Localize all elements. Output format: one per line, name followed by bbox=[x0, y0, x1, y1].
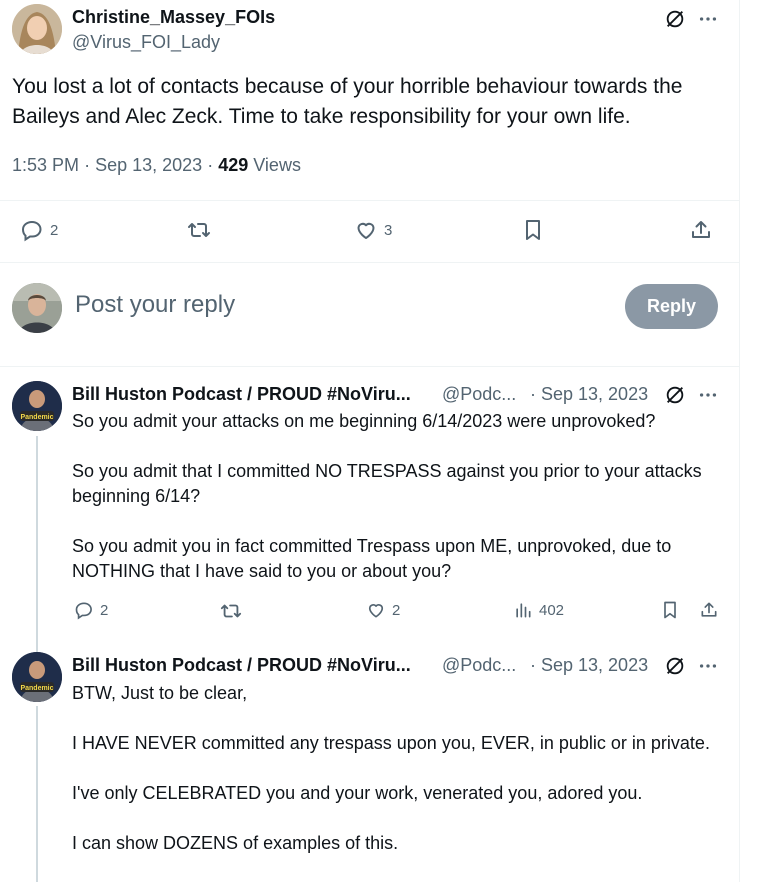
reply-count: 2 bbox=[50, 221, 59, 239]
author-name[interactable]: Bill Huston Podcast / PROUD #NoViru... bbox=[72, 655, 411, 676]
avatar[interactable] bbox=[12, 4, 62, 54]
tweet-paragraph: BTW, Just to be clear, bbox=[72, 683, 248, 703]
like-button[interactable]: 2 bbox=[366, 600, 400, 620]
reply-tweet: Pandemic Bill Huston Podcast / PROUD #No… bbox=[0, 636, 739, 882]
like-count: 3 bbox=[384, 221, 393, 239]
author-name[interactable]: Christine_Massey_FOIs bbox=[72, 7, 275, 28]
grok-icon[interactable] bbox=[664, 655, 686, 677]
tweet-text: So you admit your attacks on me beginnin… bbox=[72, 409, 727, 609]
like-button[interactable]: 3 bbox=[354, 218, 392, 242]
bookmark-button[interactable] bbox=[521, 218, 545, 242]
more-options-icon[interactable] bbox=[697, 8, 719, 30]
tweet-paragraph: I HAVE NEVER committed any trespass upon… bbox=[72, 733, 710, 753]
thread-connector bbox=[36, 636, 38, 652]
reply-input[interactable]: Post your reply bbox=[75, 291, 235, 319]
tweet-actions: 2 3 bbox=[0, 200, 739, 261]
tweet-date[interactable]: · Sep 13, 2023 bbox=[530, 384, 648, 405]
author-handle[interactable]: @Podc... bbox=[442, 655, 516, 676]
reply-button[interactable]: 2 bbox=[20, 218, 58, 242]
avatar-badge-text: Pandemic bbox=[20, 685, 53, 692]
timeline-right-border bbox=[739, 0, 740, 882]
heart-icon bbox=[354, 218, 378, 242]
tweet-paragraph: So you admit that I committed NO TRESPAS… bbox=[72, 461, 702, 506]
reply-submit-button[interactable]: Reply bbox=[625, 284, 718, 329]
author-name[interactable]: Bill Huston Podcast / PROUD #NoViru... bbox=[72, 384, 411, 405]
main-tweet: Christine_Massey_FOIs @Virus_FOI_Lady Yo… bbox=[0, 0, 739, 262]
avatar[interactable]: Pandemic bbox=[12, 381, 62, 431]
views-label: Views bbox=[253, 155, 301, 175]
tweet-text: BTW, Just to be clear, I HAVE NEVER comm… bbox=[72, 681, 727, 881]
tweet-paragraph: So you admit your attacks on me beginnin… bbox=[72, 411, 656, 431]
repost-icon bbox=[220, 600, 242, 622]
heart-icon bbox=[366, 600, 386, 620]
more-options-icon[interactable] bbox=[697, 384, 719, 406]
avatar-badge-text: Pandemic bbox=[20, 414, 53, 421]
like-count: 2 bbox=[392, 601, 401, 619]
meta-separator: · bbox=[84, 155, 96, 175]
reply-icon bbox=[20, 218, 44, 242]
grok-icon[interactable] bbox=[664, 8, 686, 30]
thread-connector bbox=[36, 706, 38, 882]
bookmark-button[interactable] bbox=[660, 600, 680, 620]
share-icon bbox=[689, 218, 713, 242]
repost-button[interactable] bbox=[187, 218, 211, 242]
more-options-icon[interactable] bbox=[697, 655, 719, 677]
bookmark-icon bbox=[521, 218, 545, 242]
avatar[interactable]: Pandemic bbox=[12, 652, 62, 702]
avatar[interactable] bbox=[12, 283, 62, 333]
thread-connector bbox=[36, 436, 38, 640]
bar-chart-icon bbox=[513, 600, 533, 620]
share-button[interactable] bbox=[689, 218, 713, 242]
meta-separator: · bbox=[207, 155, 219, 175]
views-button[interactable]: 402 bbox=[513, 600, 564, 620]
tweet-date[interactable]: · Sep 13, 2023 bbox=[530, 655, 648, 676]
reply-count: 2 bbox=[100, 601, 109, 619]
bookmark-icon bbox=[660, 600, 680, 620]
repost-button[interactable] bbox=[220, 600, 242, 622]
tweet-paragraph: I can show DOZENS of examples of this. bbox=[72, 833, 399, 853]
grok-icon[interactable] bbox=[664, 384, 686, 406]
reply-icon bbox=[74, 600, 94, 620]
author-handle[interactable]: @Podc... bbox=[442, 384, 516, 405]
tweet-date[interactable]: Sep 13, 2023 bbox=[95, 155, 202, 175]
views-count: 402 bbox=[539, 601, 565, 619]
share-button[interactable] bbox=[699, 600, 719, 620]
tweet-paragraph: I've only CELEBRATED you and your work, … bbox=[72, 783, 643, 803]
share-icon bbox=[699, 600, 719, 620]
tweet-text: You lost a lot of contacts because of yo… bbox=[12, 75, 683, 128]
tweet-meta: 1:53 PM · Sep 13, 2023 · 429 Views bbox=[12, 155, 301, 176]
reply-button[interactable]: 2 bbox=[74, 600, 108, 620]
tweet-paragraph: So you admit you in fact committed Tresp… bbox=[72, 536, 672, 581]
views-count: 429 bbox=[218, 155, 249, 175]
reply-composer: Post your reply Reply bbox=[0, 262, 739, 367]
repost-icon bbox=[187, 218, 211, 242]
reply-tweet: Pandemic Bill Huston Podcast / PROUD #No… bbox=[0, 366, 739, 640]
tweet-time[interactable]: 1:53 PM bbox=[12, 155, 79, 175]
author-handle[interactable]: @Virus_FOI_Lady bbox=[72, 32, 220, 53]
